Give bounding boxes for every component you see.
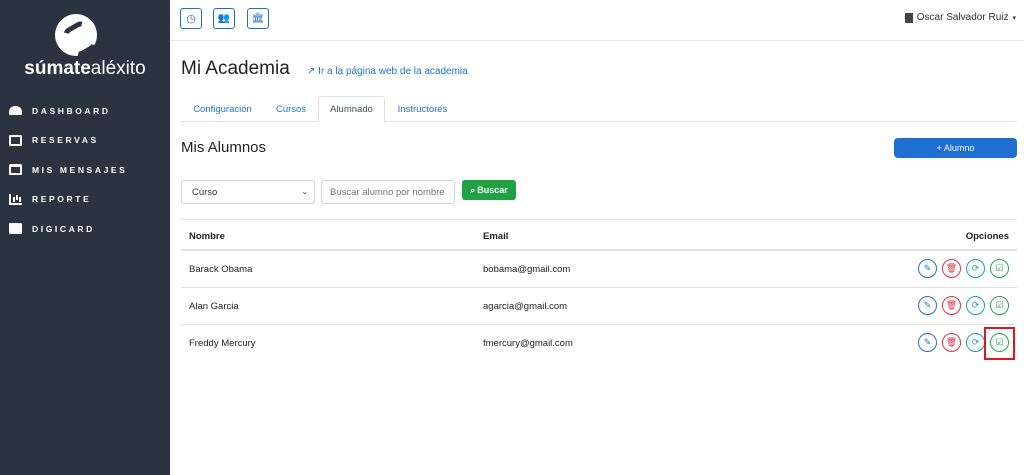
user-name: Oscar Salvador Ruiz — [916, 12, 1009, 23]
chart-icon — [9, 193, 22, 205]
sync-icon: ⟳ — [971, 263, 980, 273]
column-header-options: Opciones — [965, 231, 1009, 242]
course-select-value: Curso — [192, 186, 218, 198]
course-select[interactable]: Curso ⌄ — [181, 180, 315, 204]
users-button[interactable]: 👥 — [213, 8, 235, 29]
student-email: bobama@gmail.com — [483, 264, 571, 275]
sync-icon: ⟳ — [971, 337, 980, 347]
clock-button[interactable]: ◷ — [180, 8, 202, 29]
sidebar-item-label: MIS MENSAJES — [32, 164, 128, 175]
row-options: ✎ 🗑 ⟳ ☑ — [918, 296, 1009, 315]
student-name: Barack Obama — [189, 264, 253, 275]
add-student-button[interactable]: + Alumno — [894, 138, 1017, 158]
institution-icon: 🏛 — [251, 13, 265, 24]
search-input[interactable] — [321, 180, 455, 204]
user-menu[interactable]: Oscar Salvador Ruiz ▾ — [904, 12, 1016, 23]
institution-button[interactable]: 🏛 — [247, 8, 269, 29]
table-row: Freddy Mercury fmercury@gmail.com ✎ 🗑 ⟳ … — [181, 325, 1017, 362]
row-options: ✎ 🗑 ⟳ ☑ — [918, 259, 1009, 278]
highlight-box — [984, 327, 1015, 360]
sidebar-item-label: DASHBOARD — [32, 105, 111, 116]
sidebar-item-label: REPORTE — [32, 194, 92, 205]
building-icon — [904, 12, 913, 23]
sidebar-item-digicard[interactable]: DIGICARD — [0, 214, 170, 244]
sidebar-item-mis-mensajes[interactable]: MIS MENSAJES — [0, 155, 170, 185]
calendar-icon — [9, 134, 22, 146]
tabs: Configuración Cursos Alumnado Instructor… — [181, 96, 1017, 123]
check-button[interactable]: ☑ — [990, 259, 1009, 278]
trash-icon: 🗑 — [945, 300, 958, 310]
table-row: Alan Garcia agarcia@gmail.com ✎ 🗑 ⟳ ☑ — [181, 288, 1017, 325]
pencil-icon: ✎ — [923, 300, 932, 310]
search-icon: ⌕ — [470, 184, 476, 195]
edit-button[interactable]: ✎ — [918, 296, 937, 315]
check-button[interactable]: ☑ — [990, 296, 1009, 315]
delete-button[interactable]: 🗑 — [942, 333, 961, 352]
section-title: Mis Alumnos — [181, 139, 267, 156]
student-email: agarcia@gmail.com — [483, 301, 568, 312]
students-table: Nombre Email Opciones Barack Obama bobam… — [181, 219, 1017, 362]
inbox-icon — [9, 164, 22, 176]
academy-website-link[interactable]: ↗ Ir a la página web de la academia — [307, 66, 468, 77]
trash-icon: 🗑 — [945, 263, 958, 273]
edit-button[interactable]: ✎ — [918, 259, 937, 278]
sync-icon: ⟳ — [971, 300, 980, 310]
trash-icon: 🗑 — [945, 337, 958, 347]
clock-icon: ◷ — [186, 13, 196, 25]
sync-button[interactable]: ⟳ — [966, 296, 985, 315]
sidebar-item-reporte[interactable]: REPORTE — [0, 185, 170, 215]
users-icon: 👥 — [217, 13, 231, 24]
dashboard-icon — [9, 106, 22, 116]
brand-logo-icon[interactable] — [55, 14, 97, 56]
sidebar-item-label: RESERVAS — [32, 135, 99, 146]
sidebar-item-dashboard[interactable]: DASHBOARD — [0, 96, 170, 126]
top-bar: ◷ 👥 🏛 Oscar Salvador Ruiz ▾ — [170, 0, 1024, 41]
tab-configuracion[interactable]: Configuración — [181, 96, 264, 122]
student-name: Freddy Mercury — [189, 338, 256, 349]
sidebar-nav: DASHBOARD RESERVAS MIS MENSAJES REPORTE … — [0, 96, 170, 244]
chevron-down-icon: ▾ — [1012, 14, 1016, 22]
tab-cursos[interactable]: Cursos — [264, 96, 318, 122]
sync-button[interactable]: ⟳ — [966, 333, 985, 352]
sidebar-item-label: DIGICARD — [32, 223, 95, 234]
tab-alumnado[interactable]: Alumnado — [318, 96, 385, 123]
check-square-icon: ☑ — [995, 263, 1004, 273]
student-email: fmercury@gmail.com — [483, 338, 573, 349]
pencil-icon: ✎ — [923, 263, 932, 273]
external-link-icon: ↗ — [307, 66, 316, 77]
column-header-email: Email — [483, 231, 509, 242]
table-header: Nombre Email Opciones — [181, 219, 1017, 251]
sidebar-item-reservas[interactable]: RESERVAS — [0, 126, 170, 156]
page-title: Mi Academia — [181, 58, 290, 79]
table-row: Barack Obama bobama@gmail.com ✎ 🗑 ⟳ ☑ — [181, 251, 1017, 288]
brand-name[interactable]: súmatealéxito — [0, 58, 170, 80]
delete-button[interactable]: 🗑 — [942, 296, 961, 315]
id-card-icon — [9, 223, 22, 235]
tab-instructores[interactable]: Instructores — [385, 96, 460, 122]
sync-button[interactable]: ⟳ — [966, 259, 985, 278]
delete-button[interactable]: 🗑 — [942, 259, 961, 278]
check-square-icon: ☑ — [995, 300, 1004, 310]
search-button[interactable]: ⌕ Buscar — [462, 180, 516, 200]
student-name: Alan Garcia — [189, 301, 239, 312]
chevron-down-icon: ⌄ — [301, 187, 308, 196]
column-header-name: Nombre — [189, 231, 225, 242]
pencil-icon: ✎ — [923, 337, 932, 347]
sidebar: súmatealéxito DASHBOARD RESERVAS MIS MEN… — [0, 0, 170, 475]
edit-button[interactable]: ✎ — [918, 333, 937, 352]
